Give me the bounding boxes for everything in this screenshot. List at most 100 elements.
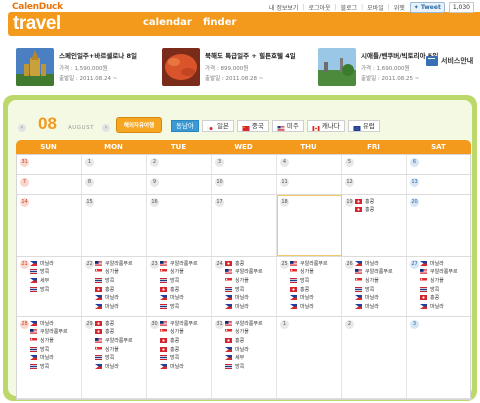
tour-event[interactable]: 쿠알라룸푸르 [355, 268, 393, 277]
calendar-day-cell[interactable]: 15 [82, 195, 147, 256]
tour-event[interactable]: 쿠알라룸푸르 [290, 259, 328, 268]
tour-event[interactable]: 쿠알라룸푸르 [160, 319, 198, 328]
region-tab[interactable]: 유럽 [347, 120, 380, 132]
tour-event[interactable]: 방콕 [160, 353, 198, 362]
tour-event[interactable]: 쿠알라룸푸르 [95, 336, 133, 345]
calendar-day-cell[interactable]: 5 [342, 155, 407, 174]
tour-event[interactable]: 방콕 [420, 285, 458, 294]
tour-event[interactable]: 홍콩 [95, 285, 133, 294]
tour-event[interactable]: 싱가폴 [225, 328, 263, 337]
tweet-button[interactable]: ✦ Tweet [409, 2, 445, 13]
promo-item[interactable]: 스페인일주+바르셀로나 8일 가격 : 1,590,000원 출발일 : 201… [16, 46, 137, 90]
tour-event[interactable]: 싱가폴 [225, 276, 263, 285]
tour-event[interactable]: 쿠알라룸푸르 [420, 268, 458, 277]
tour-event[interactable]: 방콕 [355, 285, 393, 294]
prev-month-button[interactable]: ‹ [18, 124, 26, 132]
calendar-day-cell[interactable]: 17 [212, 195, 277, 256]
link-mobile[interactable]: 모바일 [367, 3, 384, 12]
tour-event[interactable]: 홍콩 [355, 206, 374, 215]
calendar-day-cell[interactable]: 29 홍콩 홍콩 쿠알라룸푸르 싱가폴 방콕 마닐라 [82, 317, 147, 398]
tour-event[interactable]: 방콕 [95, 353, 133, 362]
tour-event[interactable]: 마닐라 [95, 302, 133, 311]
calendar-day-cell[interactable]: 31 쿠알라룸푸르 싱가폴 홍콩 마닐라 세부 방콕 [212, 317, 277, 398]
calendar-day-cell[interactable]: 27 마닐라 쿠알라룸푸르 싱가폴 방콕 홍콩 마닐라 [407, 257, 472, 316]
calendar-day-cell[interactable]: 14 [17, 195, 82, 256]
calendar-day-cell[interactable]: 2 [147, 155, 212, 174]
region-badge[interactable]: 해외자유여행 [116, 117, 162, 133]
tour-event[interactable]: 마닐라 [290, 302, 328, 311]
calendar-day-cell[interactable]: 16 [147, 195, 212, 256]
calendar-day-cell[interactable]: 4 [277, 155, 342, 174]
tour-event[interactable]: 싱가폴 [290, 268, 328, 277]
tour-event[interactable]: 홍콩 [420, 293, 458, 302]
tour-event[interactable]: 마닐라 [30, 319, 68, 328]
tour-event[interactable]: 싱가폴 [420, 276, 458, 285]
tour-event[interactable]: 방콕 [95, 276, 133, 285]
tour-event[interactable]: 마닐라 [30, 259, 54, 268]
tour-event[interactable]: 마닐라 [355, 293, 393, 302]
tour-event[interactable]: 방콕 [30, 268, 54, 277]
tour-event[interactable]: 마닐라 [225, 302, 263, 311]
tour-event[interactable]: 마닐라 [95, 362, 133, 371]
promo-item[interactable]: 북해도 특급일주 + 힐튼호텔 4일 가격 : 899,000원 출발일 : 2… [162, 46, 296, 90]
service-guide-link[interactable]: 서비스안내 [426, 56, 473, 66]
calendar-day-cell[interactable]: 3 [212, 155, 277, 174]
tour-event[interactable]: 쿠알라룸푸르 [225, 319, 263, 328]
calendar-day-cell[interactable]: 22 쿠알라룸푸르 싱가폴 방콕 홍콩 마닐라 마닐라 [82, 257, 147, 316]
tour-event[interactable]: 싱가폴 [95, 345, 133, 354]
calendar-day-cell[interactable]: 1 [82, 155, 147, 174]
link-widget[interactable]: 위젯 [394, 3, 405, 12]
tour-event[interactable]: 싱가폴 [30, 336, 68, 345]
tour-event[interactable]: 홍콩 [95, 328, 133, 337]
link-my-info[interactable]: 내 정보보기 [269, 3, 299, 12]
tour-event[interactable]: 홍콩 [160, 285, 198, 294]
region-tab[interactable]: 동남아 [171, 120, 199, 132]
tour-event[interactable]: 싱가폴 [355, 276, 393, 285]
calendar-day-cell[interactable]: 8 [82, 175, 147, 194]
tour-event[interactable]: 세부 [30, 276, 54, 285]
link-logout[interactable]: 로그아웃 [308, 3, 330, 12]
tour-event[interactable]: 세부 [225, 353, 263, 362]
region-tab[interactable]: 일본 [201, 120, 234, 132]
calendar-day-cell[interactable]: 21 마닐라 방콕 세부 방콕 [17, 257, 82, 316]
calendar-day-cell[interactable]: 1 [277, 317, 342, 398]
site-logo[interactable]: CalenDuck travel [8, 2, 133, 38]
tour-event[interactable]: 홍콩 [290, 285, 328, 294]
calendar-day-cell[interactable]: 24 홍콩 쿠알라룸푸르 싱가폴 방콕 마닐라 마닐라 [212, 257, 277, 316]
calendar-day-cell[interactable]: 28 마닐라 쿠알라룸푸르 싱가폴 방콕 마닐라 방콕 [17, 317, 82, 398]
calendar-day-cell[interactable]: 25 쿠알라룸푸르 싱가폴 방콕 홍콩 마닐라 마닐라 [277, 257, 342, 316]
tour-event[interactable]: 홍콩 [225, 259, 263, 268]
tour-event[interactable]: 쿠알라룸푸르 [30, 328, 68, 337]
calendar-day-cell[interactable]: 23 쿠알라룸푸르 싱가폴 방콕 홍콩 마닐라 방콕 [147, 257, 212, 316]
tour-event[interactable]: 홍콩 [225, 336, 263, 345]
calendar-day-cell[interactable]: 26 마닐라 쿠알라룸푸르 싱가폴 방콕 마닐라 마닐라 [342, 257, 407, 316]
calendar-day-cell[interactable]: 11 [277, 175, 342, 194]
tour-event[interactable]: 방콕 [160, 276, 198, 285]
calendar-day-cell[interactable]: 6 [407, 155, 472, 174]
tour-event[interactable]: 방콕 [30, 362, 68, 371]
tour-event[interactable]: 방콕 [30, 345, 68, 354]
calendar-day-cell[interactable]: 7 [17, 175, 82, 194]
tour-event[interactable]: 쿠알라룸푸르 [160, 259, 198, 268]
calendar-day-cell[interactable]: 2 [342, 317, 407, 398]
calendar-day-cell[interactable]: 19 홍콩 홍콩 [342, 195, 407, 256]
calendar-day-cell[interactable]: 3 [407, 317, 472, 398]
tour-event[interactable]: 싱가폴 [160, 268, 198, 277]
tour-event[interactable]: 방콕 [30, 285, 54, 294]
tour-event[interactable]: 마닐라 [225, 345, 263, 354]
tour-event[interactable]: 마닐라 [160, 293, 198, 302]
calendar-day-cell[interactable]: 12 [342, 175, 407, 194]
calendar-day-cell[interactable]: 18 [277, 195, 342, 256]
region-tab[interactable]: 캐나다 [306, 120, 345, 132]
tour-event[interactable]: 마닐라 [355, 302, 393, 311]
tour-event[interactable]: 방콕 [290, 276, 328, 285]
calendar-day-cell[interactable]: 9 [147, 175, 212, 194]
tour-event[interactable]: 싱가폴 [160, 328, 198, 337]
calendar-day-cell[interactable]: 10 [212, 175, 277, 194]
tour-event[interactable]: 홍콩 [95, 319, 133, 328]
region-tab[interactable]: 미주 [271, 120, 304, 132]
tour-event[interactable]: 홍콩 [355, 197, 374, 206]
tour-event[interactable]: 쿠알라룸푸르 [95, 259, 133, 268]
promo-item[interactable]: 시애틀/밴쿠버/빅토리아 5일 가격 : 1,690,000원 출발일 : 20… [318, 46, 438, 90]
tour-event[interactable]: 싱가폴 [95, 268, 133, 277]
